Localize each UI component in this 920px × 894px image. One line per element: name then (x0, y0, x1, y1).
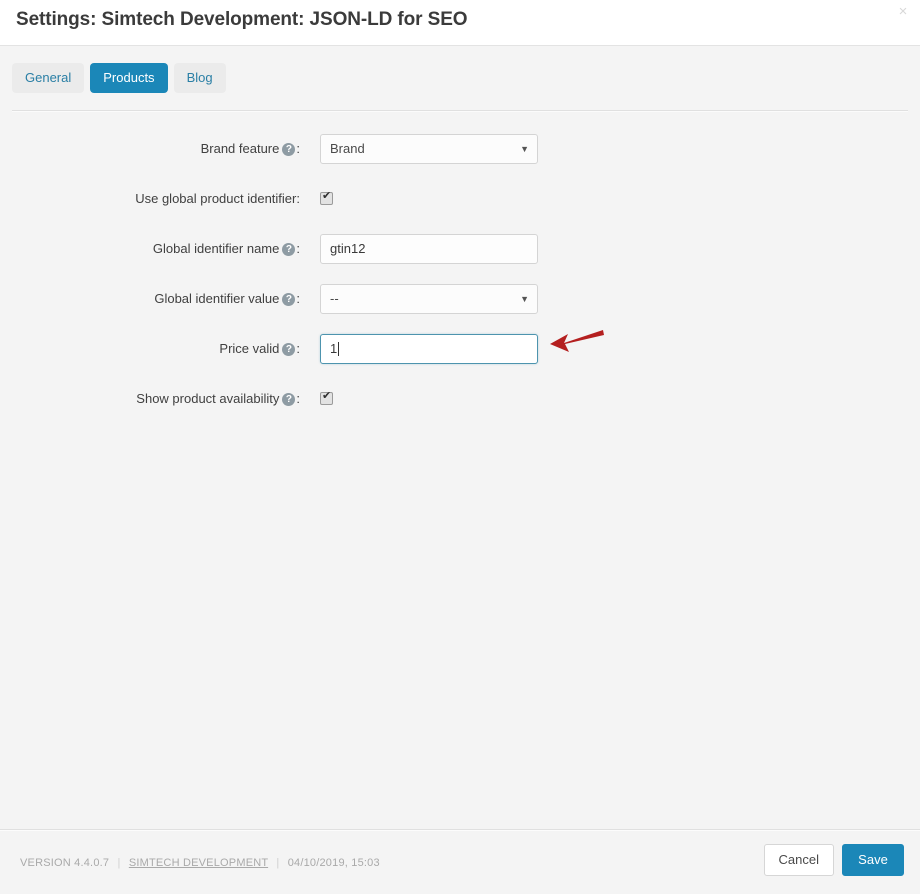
form-row-global-identifier-name: Global identifier name?: gtin12 (0, 234, 920, 264)
label-use-global-product-identifier: Use global product identifier: (0, 184, 300, 214)
settings-form: Brand feature?: Brand ▼ Use global produ… (0, 112, 920, 694)
control-use-global-product-identifier: ✔ (300, 184, 333, 205)
label-text: Show product availability (136, 391, 280, 406)
label-brand-feature: Brand feature?: (0, 134, 300, 164)
control-show-product-availability: ✔ (300, 384, 333, 405)
label-text: Price valid (219, 341, 280, 356)
control-brand-feature: Brand ▼ (300, 134, 538, 164)
tab-general[interactable]: General (12, 63, 85, 93)
price-valid-value: 1 (330, 341, 338, 356)
close-icon[interactable]: × (894, 3, 912, 21)
page-title: Settings: Simtech Development: JSON-LD f… (16, 9, 468, 30)
red-arrow-annotation-icon (550, 330, 604, 352)
timestamp-text: 04/10/2019, 15:03 (287, 857, 380, 869)
label-text: Brand feature (200, 141, 280, 156)
chevron-down-icon: ▼ (520, 144, 529, 154)
cancel-button[interactable]: Cancel (763, 844, 834, 876)
save-button[interactable]: Save (842, 844, 904, 876)
form-row-show-product-availability: Show product availability?: ✔ (0, 384, 920, 414)
help-icon[interactable]: ? (282, 343, 296, 356)
label-price-valid: Price valid?: (0, 334, 300, 364)
control-price-valid: 1 (300, 330, 604, 364)
control-global-identifier-name: gtin12 (300, 234, 538, 264)
tab-products[interactable]: Products (90, 63, 168, 93)
footer-meta: VERSION 4.4.0.7 | SIMTECH DEVELOPMENT | … (20, 857, 380, 869)
price-valid-input[interactable]: 1 (320, 334, 538, 364)
global-identifier-value-value: -- (330, 291, 339, 306)
tab-bar: General Products Blog (0, 46, 920, 93)
tab-blog[interactable]: Blog (173, 63, 226, 93)
footer-separator-1: | (117, 857, 121, 869)
form-row-price-valid: Price valid?: 1 (0, 330, 920, 364)
help-icon[interactable]: ? (282, 393, 296, 406)
label-text: Global identifier name (152, 241, 280, 256)
text-caret (338, 342, 340, 356)
tabs: General Products Blog (12, 63, 920, 93)
brand-feature-select[interactable]: Brand ▼ (320, 134, 538, 164)
simtech-development-link[interactable]: SIMTECH DEVELOPMENT (129, 857, 268, 869)
dialog-header: Settings: Simtech Development: JSON-LD f… (0, 0, 920, 46)
label-show-product-availability: Show product availability?: (0, 384, 300, 414)
show-product-availability-checkbox[interactable]: ✔ (320, 390, 333, 405)
help-icon[interactable]: ? (282, 293, 296, 306)
dialog-footer: VERSION 4.4.0.7 | SIMTECH DEVELOPMENT | … (0, 829, 920, 894)
brand-feature-value: Brand (330, 141, 365, 156)
label-global-identifier-value: Global identifier value?: (0, 284, 300, 314)
form-row-brand-feature: Brand feature?: Brand ▼ (0, 134, 920, 164)
help-icon[interactable]: ? (282, 243, 296, 256)
form-row-use-global-product-identifier: Use global product identifier: ✔ (0, 184, 920, 214)
global-identifier-name-value: gtin12 (330, 241, 366, 256)
chevron-down-icon: ▼ (520, 294, 529, 304)
form-row-global-identifier-value: Global identifier value?: -- ▼ (0, 284, 920, 314)
footer-separator-2: | (276, 857, 280, 869)
check-icon: ✔ (322, 190, 332, 202)
check-icon: ✔ (322, 390, 332, 402)
control-global-identifier-value: -- ▼ (300, 284, 538, 314)
label-text: Use global product identifier (135, 191, 297, 206)
version-text: VERSION 4.4.0.7 (20, 857, 110, 869)
footer-buttons: Cancel Save (763, 844, 904, 876)
label-text: Global identifier value (154, 291, 280, 306)
use-global-product-identifier-checkbox[interactable]: ✔ (320, 190, 333, 205)
global-identifier-name-input[interactable]: gtin12 (320, 234, 538, 264)
global-identifier-value-select[interactable]: -- ▼ (320, 284, 538, 314)
help-icon[interactable]: ? (282, 143, 296, 156)
label-global-identifier-name: Global identifier name?: (0, 234, 300, 264)
